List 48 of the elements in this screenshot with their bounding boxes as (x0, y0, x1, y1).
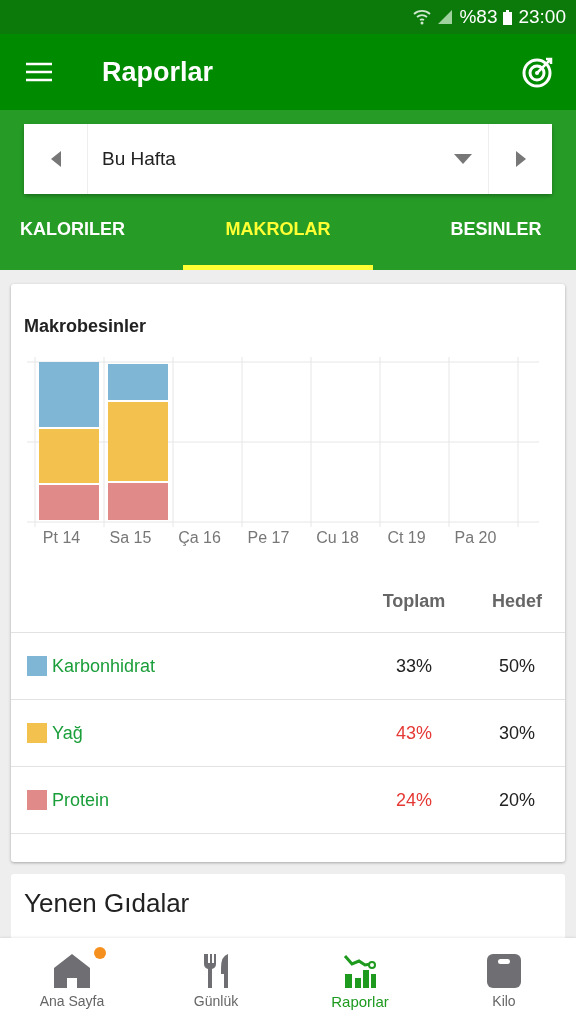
battery-icon (503, 9, 513, 25)
total-value: 33% (395, 655, 433, 677)
battery-level: %83 (459, 6, 498, 28)
axis-label: Pe 17 (246, 529, 291, 547)
dropdown-caret-icon (454, 154, 472, 164)
target-value: 20% (498, 789, 536, 811)
column-header: Toplam (381, 591, 447, 612)
tab[interactable]: MAKROLAR (183, 194, 373, 270)
nav-item[interactable]: Ana Sayfa (0, 938, 144, 1024)
tab[interactable]: BESINLER (416, 194, 576, 270)
fork-knife-icon (203, 954, 229, 988)
chart-icon (343, 953, 377, 988)
target-icon[interactable] (522, 56, 554, 88)
axis-label: Ça 16 (177, 529, 222, 547)
nav-item[interactable]: Raporlar (288, 938, 432, 1024)
bar-segment (108, 483, 168, 520)
bar-segment (39, 362, 99, 427)
column-header: Hedef (491, 591, 543, 612)
nav-item[interactable]: Günlük (144, 938, 288, 1024)
wifi-icon (413, 9, 432, 25)
house-icon (54, 954, 90, 988)
tab[interactable]: KALORILER (0, 194, 140, 270)
target-value: 30% (498, 722, 536, 744)
axis-label: Ct 19 (386, 529, 427, 547)
menu-icon[interactable] (26, 62, 52, 82)
total-value: 24% (395, 789, 433, 811)
app-title: Raporlar (102, 56, 215, 88)
card-title: Makrobesinler (23, 315, 148, 338)
left-triangle-icon (50, 151, 61, 167)
period-dropdown[interactable]: Bu Hafta (87, 124, 489, 194)
card-title: Yenen Gıdalar (23, 887, 191, 920)
axis-label: Pt 14 (41, 529, 82, 547)
clock: 23:00 (518, 6, 566, 28)
macro-name: Karbonhidrat (52, 655, 157, 677)
nav-item[interactable]: Kilo (432, 938, 576, 1024)
scale-icon (487, 954, 521, 988)
bar-segment (39, 429, 99, 483)
axis-label: Cu 18 (315, 529, 360, 547)
signal-icon (437, 9, 454, 25)
macro-name: Protein (52, 789, 111, 811)
axis-label: Pa 20 (453, 529, 498, 547)
axis-label: Sa 15 (108, 529, 153, 547)
bar-segment (108, 364, 168, 400)
macro-name: Yağ (52, 722, 84, 744)
target-value: 50% (498, 655, 536, 677)
bar-segment (39, 485, 99, 520)
right-triangle-icon (515, 151, 526, 167)
total-value: 43% (395, 722, 433, 744)
